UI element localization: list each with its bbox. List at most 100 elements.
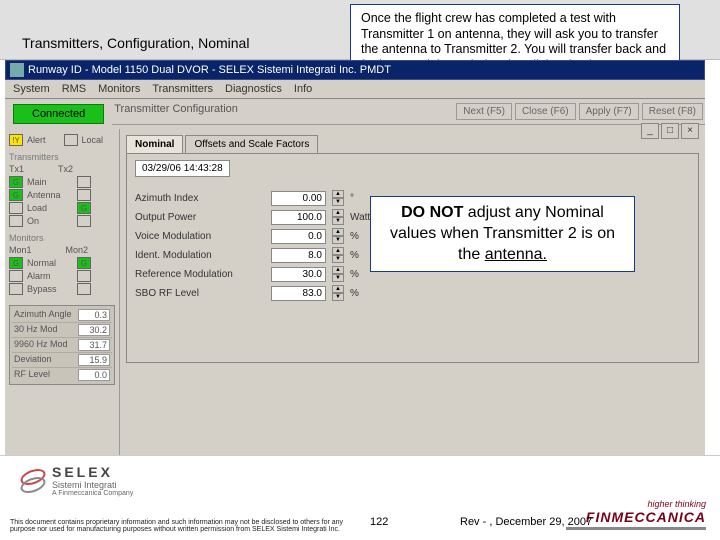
mon-row-bypass: Bypass <box>27 284 73 294</box>
menu-diagnostics[interactable]: Diagnostics <box>225 83 282 95</box>
tx-row-on: On <box>27 216 73 226</box>
param-label: Ident. Modulation <box>135 250 265 261</box>
close-button[interactable]: × <box>681 123 699 139</box>
close-panel-button[interactable]: Close (F6) <box>515 103 576 120</box>
rf-level-label: RF Level <box>14 369 50 381</box>
maximize-button[interactable]: □ <box>661 123 679 139</box>
mon2-col: Mon2 <box>66 245 89 255</box>
param-value[interactable]: 0.0 <box>271 229 326 244</box>
app-icon <box>10 63 24 77</box>
window-title: Runway ID - Model 1150 Dual DVOR - SELEX… <box>28 64 391 76</box>
breadcrumb: Transmitters, Configuration, Nominal <box>22 35 249 51</box>
proprietary-note: This document contains proprietary infor… <box>10 519 350 534</box>
menu-monitors[interactable]: Monitors <box>98 83 140 95</box>
main-pane: Nominal Offsets and Scale Factors 03/29/… <box>120 129 705 469</box>
rf-9960hz-value: 31.7 <box>78 339 110 351</box>
page-number: 122 <box>370 516 388 528</box>
param-value[interactable]: 100.0 <box>271 210 326 225</box>
param-label: Azimuth Index <box>135 193 265 204</box>
tx1-main-ind: G <box>9 176 23 188</box>
param-sbo-rf: SBO RF Level 83.0 ▲▼ % <box>135 285 690 301</box>
callout-mid-bold: DO NOT <box>401 204 463 221</box>
tx-row-antenna: Antenna <box>27 190 73 200</box>
param-value[interactable]: 0.00 <box>271 191 326 206</box>
param-unit: % <box>350 288 390 299</box>
spinner-icon[interactable]: ▲▼ <box>332 266 344 282</box>
tab-nominal[interactable]: Nominal <box>126 135 183 153</box>
param-label: Output Power <box>135 212 265 223</box>
spinner-icon[interactable]: ▲▼ <box>332 228 344 244</box>
rf-deviation-value: 15.9 <box>78 354 110 366</box>
apply-button[interactable]: Apply (F7) <box>579 103 639 120</box>
alert-label: Alert <box>27 135 46 145</box>
mon1-alarm-ind <box>9 270 23 282</box>
rf-azimuth-value: 0.3 <box>78 309 110 321</box>
logo-selex: SELEX Sistemi Integrati A Finmeccanica C… <box>20 464 133 497</box>
param-value[interactable]: 30.0 <box>271 267 326 282</box>
mon2-bypass-ind <box>77 283 91 295</box>
tx1-load-ind <box>9 202 23 214</box>
tx1-col: Tx1 <box>9 164 24 174</box>
sidebar: !Y Alert Local Transmitters Tx1 Tx2 G Mai… <box>5 129 120 469</box>
timestamp-field: 03/29/06 14:43:28 <box>135 160 230 177</box>
menubar: System RMS Monitors Transmitters Diagnos… <box>5 80 705 99</box>
mon-row-normal: Normal <box>27 258 73 268</box>
menu-system[interactable]: System <box>13 83 50 95</box>
local-indicator <box>64 134 78 146</box>
mon1-col: Mon1 <box>9 245 32 255</box>
tx2-load-ind: G <box>77 202 91 214</box>
tx1-antenna-ind: G <box>9 189 23 201</box>
spinner-icon[interactable]: ▲▼ <box>332 247 344 263</box>
menu-transmitters[interactable]: Transmitters <box>152 83 213 95</box>
menu-info[interactable]: Info <box>294 83 312 95</box>
rf-deviation-label: Deviation <box>14 354 52 366</box>
minimize-button[interactable]: _ <box>641 123 659 139</box>
param-label: Voice Modulation <box>135 231 265 242</box>
tx2-main-ind <box>77 176 91 188</box>
window-titlebar: Runway ID - Model 1150 Dual DVOR - SELEX… <box>5 60 705 80</box>
local-label: Local <box>82 135 104 145</box>
alert-indicator: !Y <box>9 134 23 146</box>
callout-warning-mid: DO NOT adjust any Nominal values when Tr… <box>370 196 635 272</box>
mon2-normal-ind: G <box>77 257 91 269</box>
spinner-icon[interactable]: ▲▼ <box>332 285 344 301</box>
mon-row-alarm: Alarm <box>27 271 73 281</box>
rf-9960hz-label: 9960 Hz Mod <box>14 339 68 351</box>
selex-mark-icon <box>20 468 46 494</box>
rf-azimuth-label: Azimuth Angle <box>14 309 72 321</box>
rf-panel: Azimuth Angle 0.3 30 Hz Mod 30.2 9960 Hz M… <box>9 305 115 385</box>
next-button[interactable]: Next (F5) <box>456 103 512 120</box>
footer: SELEX Sistemi Integrati A Finmeccanica C… <box>0 455 720 540</box>
mon2-alarm-ind <box>77 270 91 282</box>
tab-offsets[interactable]: Offsets and Scale Factors <box>185 135 318 153</box>
param-value[interactable]: 83.0 <box>271 286 326 301</box>
mon-header: Monitors <box>9 233 115 243</box>
tx-row-main: Main <box>27 177 73 187</box>
fin-tagline: higher thinking <box>566 499 706 509</box>
selex-sub2: A Finmeccanica Company <box>52 490 133 497</box>
callout-mid-text2: antenna. <box>485 246 547 263</box>
status-connected: Connected <box>13 104 104 124</box>
menu-rms[interactable]: RMS <box>62 83 86 95</box>
param-value[interactable]: 8.0 <box>271 248 326 263</box>
rf-30hz-value: 30.2 <box>78 324 110 336</box>
revision-date: Rev - , December 29, 2007 <box>460 516 592 528</box>
tx-header: Transmitters <box>9 152 115 162</box>
param-label: SBO RF Level <box>135 288 265 299</box>
spinner-icon[interactable]: ▲▼ <box>332 190 344 206</box>
tx-row-load: Load <box>27 203 73 213</box>
mon1-normal-ind: G <box>9 257 23 269</box>
tx2-col: Tx2 <box>58 164 73 174</box>
tx2-antenna-ind <box>77 189 91 201</box>
tx1-on-ind <box>9 215 23 227</box>
tx2-on-ind <box>77 215 91 227</box>
spinner-icon[interactable]: ▲▼ <box>332 209 344 225</box>
rf-30hz-label: 30 Hz Mod <box>14 324 58 336</box>
param-label: Reference Modulation <box>135 269 265 280</box>
mon1-bypass-ind <box>9 283 23 295</box>
selex-name: SELEX <box>52 464 113 480</box>
reset-button[interactable]: Reset (F8) <box>642 103 703 120</box>
rf-level-value: 0.0 <box>78 369 110 381</box>
selex-sub1: Sistemi Integrati <box>52 480 133 490</box>
panel-title: Transmitter Configuration <box>114 103 238 120</box>
